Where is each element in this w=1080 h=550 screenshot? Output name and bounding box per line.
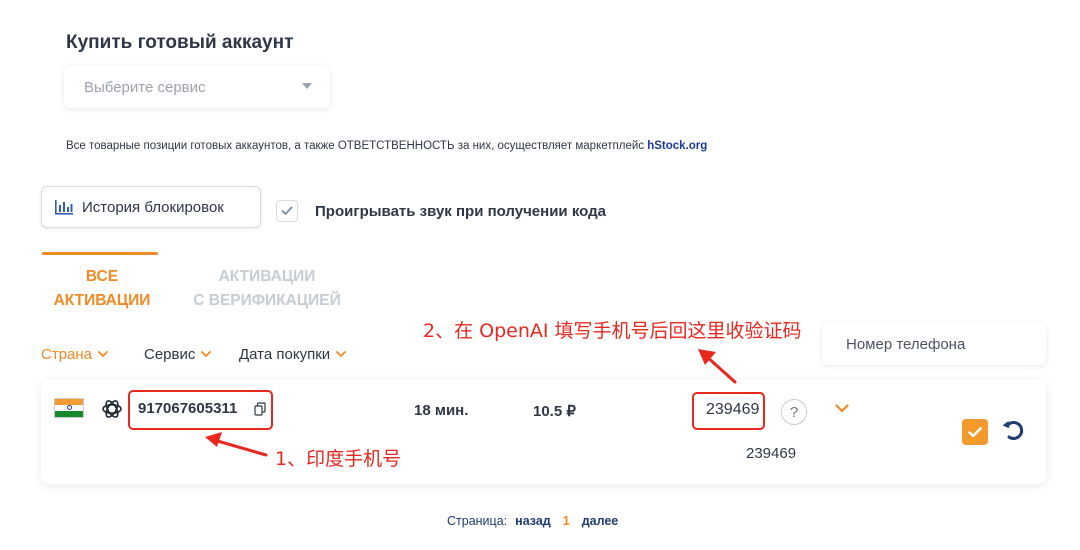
phone-search-input[interactable]: [822, 323, 1046, 365]
complete-activation-checkbox[interactable]: [962, 419, 988, 445]
tab-verified-line1: АКТИВАЦИИ: [218, 268, 316, 285]
filter-purchase-date[interactable]: Дата покупки: [239, 346, 347, 363]
annotation-note-phone: 1、印度手机号: [275, 448, 402, 470]
sound-checkbox[interactable]: [276, 200, 298, 222]
hstock-link[interactable]: hStock.org: [647, 140, 707, 152]
filter-service[interactable]: Сервис: [144, 346, 212, 363]
refresh-icon[interactable]: [1000, 417, 1026, 448]
tab-all-activations[interactable]: ВСЕ АКТИВАЦИИ: [40, 265, 164, 313]
chevron-down-icon: [201, 351, 212, 358]
tab-all-line2: АКТИВАЦИИ: [53, 292, 151, 309]
service-select[interactable]: Выберите сервис: [64, 66, 330, 108]
service-select-placeholder: Выберите сервис: [84, 78, 206, 96]
block-history-label: История блокировок: [82, 198, 224, 216]
sms-code-history: 239469: [746, 445, 797, 462]
tab-verified-activations[interactable]: АКТИВАЦИИ С ВЕРИФИКАЦИЕЙ: [177, 265, 357, 313]
page-title: Купить готовый аккаунт: [66, 32, 294, 53]
filter-country-label: Страна: [41, 346, 93, 363]
sound-checkbox-label[interactable]: Проигрывать звук при получении кода: [315, 203, 606, 220]
notice-text: Все товарные позиции готовых аккаунтов, …: [66, 140, 648, 152]
tab-verified-line2: С ВЕРИФИКАЦИЕЙ: [193, 292, 341, 309]
india-flag-icon: [54, 398, 84, 418]
annotation-note-code: 2、在 OpenAI 填写手机号后回这里收验证码: [423, 320, 802, 342]
activation-price: 10.5 ₽: [533, 403, 576, 420]
filter-service-label: Сервис: [144, 346, 196, 363]
block-history-button[interactable]: История блокировок: [41, 186, 261, 228]
pagination-current[interactable]: 1: [563, 514, 570, 528]
chevron-down-icon: [98, 351, 108, 358]
check-icon: [968, 426, 982, 437]
filter-date-label: Дата покупки: [239, 346, 331, 363]
check-icon: [281, 206, 293, 215]
expand-chevron-icon[interactable]: [835, 400, 849, 418]
tab-all-line1: ВСЕ: [85, 268, 119, 285]
openai-icon: [100, 397, 124, 421]
annotation-box-phone: [128, 390, 273, 430]
bar-chart-icon: [54, 199, 74, 215]
help-button[interactable]: ?: [781, 399, 807, 425]
filter-country[interactable]: Страна: [41, 346, 108, 363]
pagination-label: Страница:: [447, 514, 508, 528]
chevron-down-icon: [336, 351, 347, 358]
pagination: Страница: назад 1 далее: [447, 514, 618, 528]
pagination-prev[interactable]: назад: [515, 514, 551, 528]
pagination-next[interactable]: далее: [582, 514, 619, 528]
active-tab-indicator: [42, 252, 158, 255]
annotation-box-code: [692, 392, 765, 430]
activation-time: 18 мин.: [414, 402, 469, 419]
marketplace-notice: Все товарные позиции готовых аккаунтов, …: [66, 140, 707, 152]
caret-down-icon: [302, 83, 312, 89]
